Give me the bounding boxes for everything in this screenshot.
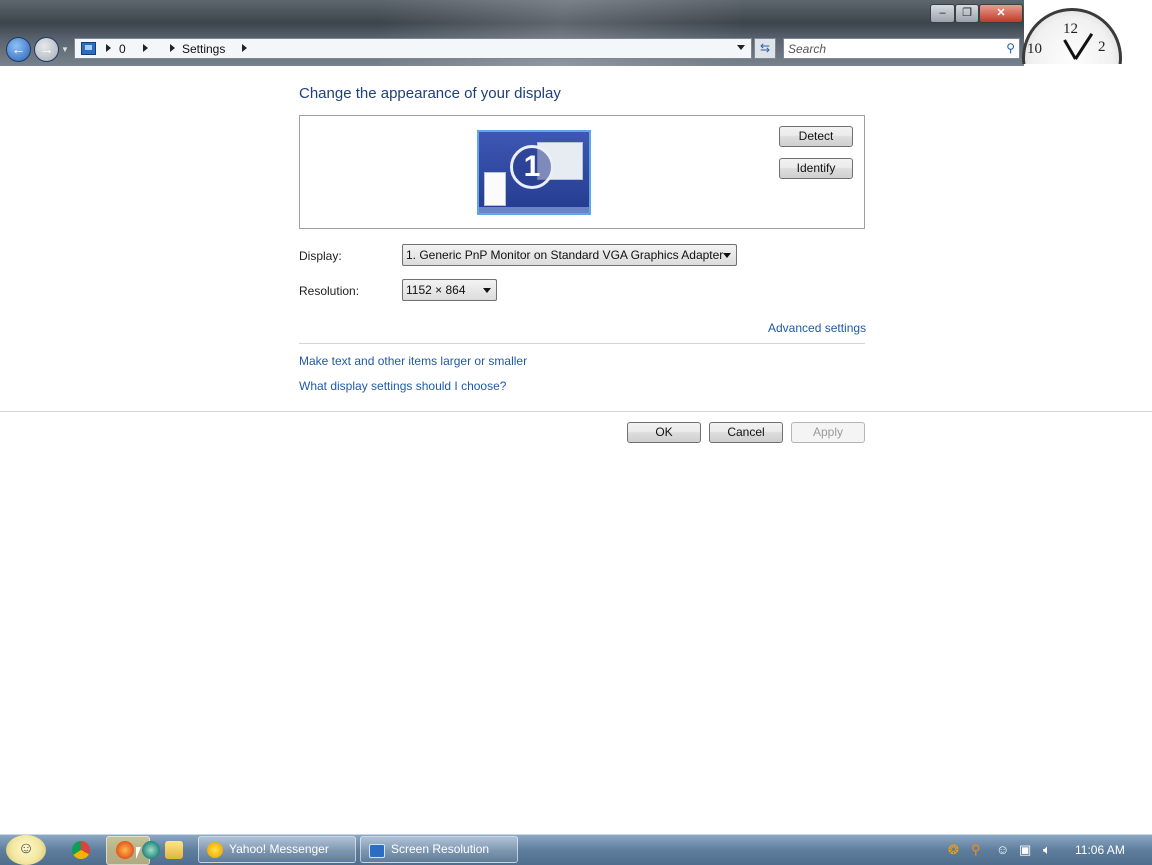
- page-title: Change the appearance of your display: [299, 85, 561, 102]
- display-select-value: 1. Generic PnP Monitor on Standard VGA G…: [406, 248, 724, 262]
- network-icon[interactable]: ▣: [1019, 842, 1031, 858]
- resolution-select-value: 1152 × 864: [406, 283, 466, 297]
- taskbar-clock[interactable]: 11:06 AM: [1075, 843, 1125, 857]
- monitor-thumbnail[interactable]: 1: [477, 130, 591, 215]
- apply-button[interactable]: Apply: [791, 422, 865, 443]
- back-button[interactable]: ←: [6, 37, 31, 62]
- display-help-link[interactable]: What display settings should I choose?: [299, 379, 506, 393]
- chevron-down-icon[interactable]: [737, 45, 745, 50]
- breadcrumb-arrow-icon[interactable]: [143, 44, 148, 52]
- clock-gadget[interactable]: 12 2 10: [1022, 0, 1152, 64]
- search-icon[interactable]: ⚲: [1006, 41, 1015, 55]
- identify-button[interactable]: Identify: [779, 158, 853, 179]
- chrome-icon[interactable]: [72, 841, 90, 859]
- resolution-label: Resolution:: [299, 284, 360, 298]
- text-size-link[interactable]: Make text and other items larger or smal…: [299, 354, 527, 368]
- forward-button[interactable]: →: [34, 37, 59, 62]
- ie-icon[interactable]: [142, 841, 160, 859]
- taskbar-task-label: Yahoo! Messenger: [229, 842, 329, 856]
- refresh-button[interactable]: ⇆: [754, 38, 776, 59]
- resolution-select[interactable]: 1152 × 864: [402, 279, 497, 301]
- taskbar-task-yahoo-messenger[interactable]: Yahoo! Messenger: [198, 836, 356, 863]
- clock-number: 12: [1063, 21, 1078, 37]
- maximize-button[interactable]: ❐: [955, 4, 979, 23]
- chevron-down-icon: [483, 288, 491, 293]
- minimize-icon: –: [939, 7, 946, 19]
- monitor-number-badge: 1: [510, 145, 554, 189]
- clock-number: 10: [1027, 41, 1042, 57]
- search-input[interactable]: Search ⚲: [783, 38, 1020, 59]
- minimize-button[interactable]: –: [930, 4, 955, 23]
- tray-app-icon[interactable]: ❂: [948, 842, 959, 858]
- display-select[interactable]: 1. Generic PnP Monitor on Standard VGA G…: [402, 244, 737, 266]
- firefox-icon[interactable]: [116, 841, 134, 859]
- advanced-settings-link[interactable]: Advanced settings: [768, 321, 866, 335]
- display-icon: [369, 844, 385, 858]
- close-icon: ✕: [996, 7, 1006, 19]
- refresh-icon: ⇆: [759, 41, 771, 55]
- breadcrumb-item[interactable]: Settings: [182, 42, 225, 56]
- taskbar: ☺ Yahoo! Messenger Screen Resolution ❂ ⚲…: [0, 834, 1152, 865]
- search-placeholder: Search: [788, 42, 827, 56]
- taskbar-task-label: Screen Resolution: [391, 842, 490, 856]
- breadcrumb-arrow-icon[interactable]: [242, 44, 247, 52]
- control-panel-icon: [81, 42, 96, 55]
- detect-button[interactable]: Detect: [779, 126, 853, 147]
- monitor-window-graphic: [484, 172, 506, 206]
- cancel-button[interactable]: Cancel: [709, 422, 783, 443]
- display-preview-panel: 1 Detect Identify: [299, 115, 865, 229]
- breadcrumb-arrow-icon[interactable]: [106, 44, 111, 52]
- smiley-icon: ☺: [17, 840, 35, 857]
- start-button[interactable]: ☺: [6, 835, 46, 865]
- divider: [0, 411, 1152, 412]
- ok-button[interactable]: OK: [627, 422, 701, 443]
- clock-hour-hand: [1063, 39, 1077, 60]
- taskbar-task-screen-resolution[interactable]: Screen Resolution: [360, 836, 518, 863]
- address-bar[interactable]: 0 Settings: [74, 38, 752, 59]
- back-arrow-icon: ←: [11, 41, 26, 57]
- yahoo-messenger-icon: [207, 842, 223, 858]
- volume-icon[interactable]: 🔈︎: [1043, 842, 1051, 858]
- chevron-down-icon: [723, 253, 731, 258]
- forward-arrow-icon: →: [39, 41, 54, 57]
- recent-pages-dropdown[interactable]: ▼: [61, 45, 69, 54]
- clock-number: 2: [1098, 39, 1106, 55]
- monitor-taskbar-graphic: [479, 207, 589, 213]
- breadcrumb-arrow-icon[interactable]: [170, 44, 175, 52]
- window-titlebar: – ❐ ✕ ← → ▼ 0 Settings ⇆ Search ⚲: [0, 0, 1024, 66]
- display-label: Display:: [299, 249, 342, 263]
- restore-icon: ❐: [962, 7, 972, 19]
- breadcrumb-item[interactable]: 0: [119, 42, 126, 56]
- tray-messenger-icon[interactable]: ☺: [996, 842, 1009, 857]
- folder-icon[interactable]: [165, 841, 183, 859]
- divider: [299, 343, 865, 344]
- tray-search-icon[interactable]: ⚲: [971, 842, 981, 858]
- close-button[interactable]: ✕: [979, 4, 1023, 23]
- clock-face: 12 2 10: [1022, 8, 1122, 64]
